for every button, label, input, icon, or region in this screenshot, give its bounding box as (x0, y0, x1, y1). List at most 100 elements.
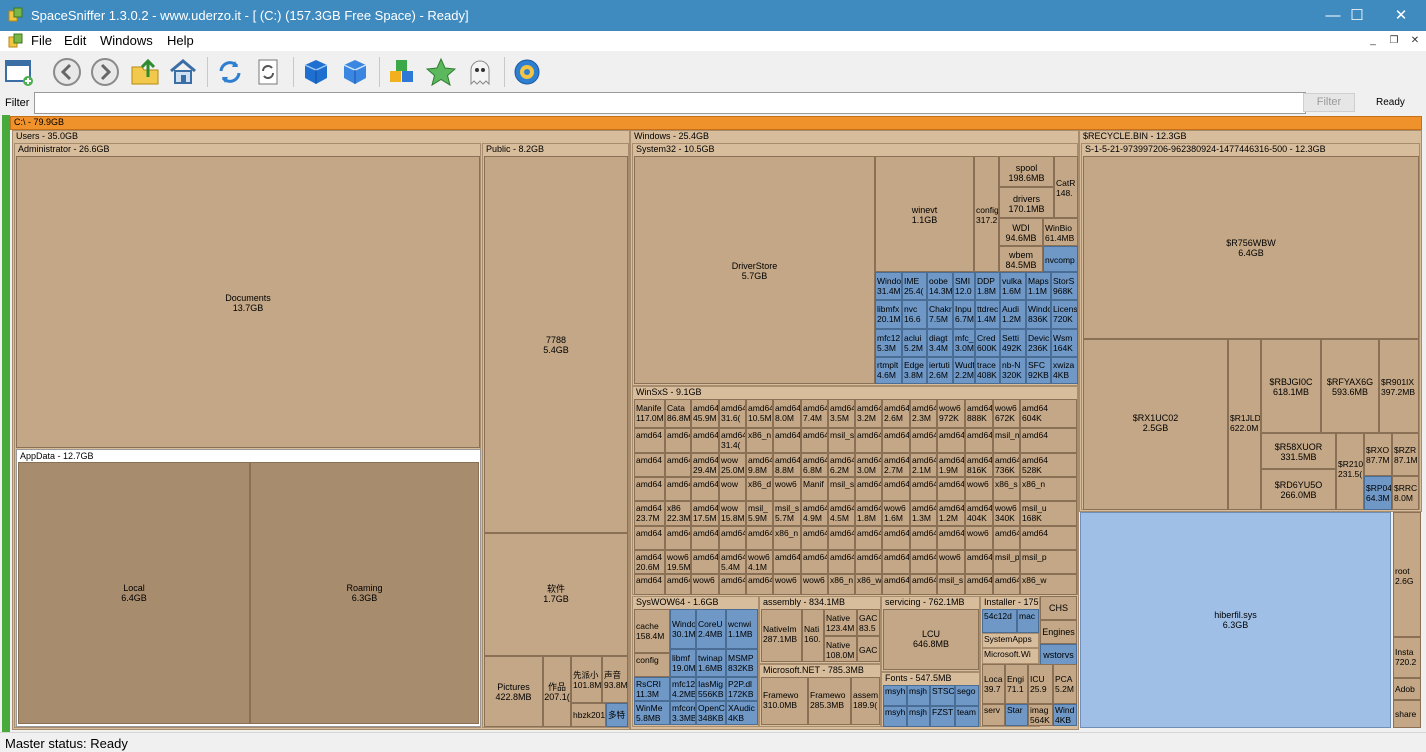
folder-wdi[interactable]: WDI 94.6MB (999, 218, 1043, 246)
folder-winbio[interactable]: WinBio 61.4MB (1043, 218, 1078, 246)
folder-winsxs-81[interactable]: amd64 (801, 526, 828, 550)
menu-help[interactable]: Help (167, 33, 194, 48)
folder-winsxs-61[interactable]: x86 22.3M (665, 501, 691, 526)
folder-winsxs-50[interactable]: wow6 (773, 477, 801, 501)
file-sys32-7[interactable]: StorS 968K (1051, 272, 1078, 300)
folder-winsxs-49[interactable]: x86_d (746, 477, 773, 501)
folder-winsxs-65[interactable]: msil_s 5.7M (773, 501, 801, 526)
folder-winsxs-1[interactable]: Cata 86.8M (665, 399, 691, 428)
folder-winsxs-8[interactable]: amd64 3.2M (855, 399, 882, 428)
file-syswow64-13[interactable]: mfcore 3.3MB (670, 701, 696, 725)
file-sys32-22[interactable]: Devic 236K (1026, 329, 1051, 357)
folder-winsxs-88[interactable]: amd64 (993, 526, 1020, 550)
folder-winsxs-74[interactable]: msil_u 168K (1020, 501, 1077, 526)
folder-winsxs-100[interactable]: amd64 (910, 550, 937, 574)
folder-winsxs-82[interactable]: amd64 (828, 526, 855, 550)
file-nvcomp[interactable]: nvcomp (1043, 246, 1078, 272)
file-syswow64-0[interactable]: cache 158.4M (634, 609, 670, 653)
file-font-6[interactable]: FZST (930, 706, 955, 727)
folder-winsxs-91[interactable]: wow6 19.5M (665, 550, 691, 574)
folder-winsxs-79[interactable]: amd64 (746, 526, 773, 550)
file-sys32-16[interactable]: mfc12 5.3M (875, 329, 902, 357)
filter-input[interactable] (34, 92, 1306, 114)
folder-driverstore[interactable]: DriverStore 5.7GB (634, 156, 875, 384)
folder-nativeimages[interactable]: NativeIm 287.1MB (761, 609, 802, 662)
folder-installer-root[interactable]: Insta 720.2 (1393, 637, 1421, 678)
folder-winsxs-118[interactable]: amd64 (993, 574, 1020, 595)
folder-installer-2[interactable]: SystemApps (982, 633, 1039, 648)
folder-winsxs-58[interactable]: x86_s (993, 477, 1020, 501)
file-sys32-9[interactable]: nvc 16.6 (902, 300, 927, 329)
folder-wbem[interactable]: wbem 84.5MB (999, 246, 1043, 272)
folder-winsxs-41[interactable]: amd64 1.9M (937, 453, 965, 477)
folder-winsxs-4[interactable]: amd64 10.5M (746, 399, 773, 428)
file-sys32-23[interactable]: Wsm 164K (1051, 329, 1078, 357)
folder-winsxs-94[interactable]: wow6 4.1M (746, 550, 773, 574)
folder-installer-1[interactable]: mac (1017, 609, 1039, 633)
maximize-button[interactable]: ☐ (1334, 0, 1380, 31)
folder-winsxs-37[interactable]: amd64 6.2M (828, 453, 855, 477)
folder-winsxs-22[interactable]: msil_s (828, 428, 855, 453)
folder-winsxs-17[interactable]: amd64 (691, 428, 719, 453)
folder-winsxs-51[interactable]: Manif (801, 477, 828, 501)
folder-gac2[interactable]: GAC (857, 636, 880, 662)
file-r210[interactable]: $R210 231.5( (1336, 433, 1364, 510)
file-sys32-18[interactable]: diagt 3.4M (927, 329, 953, 357)
file-sys32-12[interactable]: ttdrec 1.4M (975, 300, 1000, 329)
folder-winsxs-53[interactable]: amd64 (855, 477, 882, 501)
file-sys32-20[interactable]: Cred 600K (975, 329, 1000, 357)
folder-catroot[interactable]: CatR 148. (1054, 156, 1078, 218)
folder-winsxs-30[interactable]: amd64 (634, 453, 665, 477)
folder-7788[interactable]: 7788 5.4GB (484, 156, 628, 533)
folder-small-1[interactable]: 先派小 101.8M (571, 656, 602, 703)
folder-winsxs-70[interactable]: amd64 1.3M (910, 501, 937, 526)
file-sys32-27[interactable]: Wudf 2.2M (953, 357, 975, 384)
blue-cube-icon[interactable] (301, 57, 331, 87)
folder-winsxs-107[interactable]: wow6 (691, 574, 719, 595)
folder-winsxs-111[interactable]: wow6 (801, 574, 828, 595)
folder-winsxs-52[interactable]: msil_s (828, 477, 855, 501)
folder-winsxs-15[interactable]: amd64 (634, 428, 665, 453)
file-sys32-26[interactable]: iertuti 2.6M (927, 357, 953, 384)
folder-winsxs-29[interactable]: amd64 (1020, 428, 1077, 453)
folder-winsxs-56[interactable]: amd64 (937, 477, 965, 501)
folder-winsxs-14[interactable]: amd64 604K (1020, 399, 1077, 428)
file-hiberfil-sys[interactable]: hiberfil.sys 6.3GB (1080, 512, 1391, 728)
file-font-5[interactable]: msjh (907, 706, 930, 727)
folder-winsxs-66[interactable]: amd64 4.9M (801, 501, 828, 526)
file-small-4[interactable]: 多特 (606, 703, 628, 727)
menu-edit[interactable]: Edit (64, 33, 86, 48)
folder-winsxs-117[interactable]: amd64 (965, 574, 993, 595)
folder-winsxs-104[interactable]: msil_p (1020, 550, 1077, 574)
refresh-selected-icon[interactable] (254, 57, 284, 87)
file-sys32-28[interactable]: trace 408K (975, 357, 1000, 384)
new-window-icon[interactable] (4, 57, 34, 87)
folder-installer-0[interactable]: 54c12d (982, 609, 1017, 633)
folder-winsxs-28[interactable]: msil_n (993, 428, 1020, 453)
folder-winsxs-3[interactable]: amd64 31.6( (719, 399, 746, 428)
folder-engines[interactable]: Engines (1040, 620, 1077, 644)
file-sys32-15[interactable]: Licens 720K (1051, 300, 1078, 329)
folder-root[interactable]: root 2.6G (1393, 512, 1421, 637)
folder-winsxs-43[interactable]: amd64 736K (993, 453, 1020, 477)
file-syswow64-14[interactable]: OpenC 348KB (696, 701, 726, 725)
folder-winsxs-98[interactable]: amd64 (855, 550, 882, 574)
folder-winsxs-40[interactable]: amd64 2.1M (910, 453, 937, 477)
folder-winsxs-86[interactable]: amd64 (937, 526, 965, 550)
up-folder-icon[interactable] (130, 57, 160, 87)
folder-winsxs-32[interactable]: amd64 29.4M (691, 453, 719, 477)
file-rfyax6g[interactable]: $RFYAX6G 593.6MB (1321, 339, 1379, 433)
colored-boxes-icon[interactable] (387, 57, 417, 87)
file-font-4[interactable]: msyh (883, 706, 907, 727)
file-rp04[interactable]: $RP04 64.3M (1364, 476, 1392, 510)
folder-winsxs-68[interactable]: amd64 1.8M (855, 501, 882, 526)
folder-winsxs-39[interactable]: amd64 2.7M (882, 453, 910, 477)
file-syswow64-5[interactable]: CoreU 2.4MB (696, 609, 726, 649)
file-sys32-5[interactable]: vulka 1.6M (1000, 272, 1026, 300)
folder-installer-8[interactable]: ICU 25.9 (1028, 664, 1053, 704)
folder-documents[interactable]: Documents 13.7GB (16, 156, 480, 448)
folder-winsxs-108[interactable]: amd64 (719, 574, 746, 595)
folder-winsxs-72[interactable]: amd64 404K (965, 501, 993, 526)
folder-winsxs-27[interactable]: amd64 (965, 428, 993, 453)
file-sys32-2[interactable]: oobe 14.3M (927, 272, 953, 300)
